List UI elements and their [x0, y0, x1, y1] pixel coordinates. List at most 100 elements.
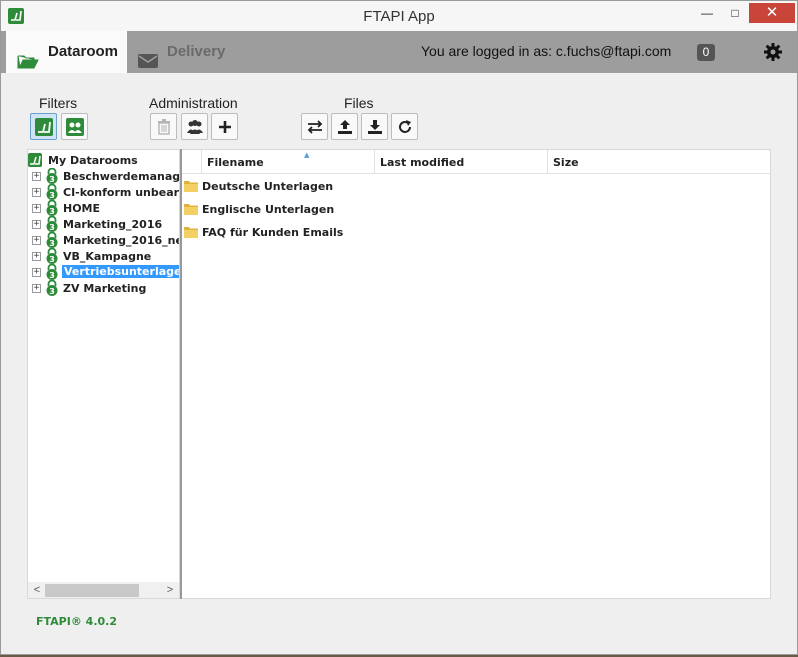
lock-icon: 3: [45, 247, 59, 264]
expand-icon[interactable]: +: [32, 252, 41, 261]
file-name: Englische Unterlagen: [202, 203, 335, 216]
tab-dataroom-label: Dataroom: [48, 43, 119, 60]
tree-item[interactable]: +3 ZV Marketing: [28, 279, 179, 296]
scroll-left-button[interactable]: <: [30, 583, 44, 598]
expand-icon[interactable]: +: [32, 220, 41, 229]
lock-badge-text: 3: [49, 223, 55, 232]
folder-icon: [184, 202, 198, 215]
tree-item[interactable]: +3 Marketing_2016: [28, 215, 179, 232]
column-header-size[interactable]: Size: [548, 150, 771, 174]
file-row[interactable]: Deutsche Unterlagen: [182, 175, 771, 197]
filters-label: Filters: [39, 95, 78, 111]
column-header-filename-label: Filename: [207, 156, 264, 169]
lock-icon: 3: [45, 183, 59, 200]
tree-item-label: Vertriebsunterlagen: [62, 265, 179, 278]
trash-icon: [158, 119, 170, 135]
app-window: FTAPI App — □ ✕ Dataroom Delivery You ar…: [0, 0, 798, 655]
download-button[interactable]: [361, 113, 388, 140]
expand-icon[interactable]: +: [32, 172, 41, 181]
expand-icon[interactable]: +: [32, 268, 41, 277]
refresh-icon: [399, 120, 411, 133]
delete-button[interactable]: [150, 113, 177, 140]
lock-icon: 3: [45, 199, 59, 216]
group-filter-icon: [66, 118, 84, 136]
lock-badge-text: 3: [49, 271, 55, 280]
tree-item-label: ZV Marketing: [63, 282, 147, 295]
lock-badge-text: 3: [49, 207, 55, 216]
lock-badge-text: 3: [49, 191, 55, 200]
lock-badge-text: 3: [49, 255, 55, 264]
tab-delivery[interactable]: Delivery: [131, 31, 241, 73]
scroll-right-button[interactable]: >: [163, 583, 177, 598]
lock-badge-text: 3: [49, 175, 55, 184]
title-bar[interactable]: FTAPI App — □ ✕: [1, 1, 797, 31]
file-list[interactable]: Filename ▲ Last modified Size Deutsche U…: [182, 149, 771, 599]
lock-icon: 3: [45, 167, 59, 184]
tree-item-label: Marketing_2016: [63, 218, 163, 231]
lock-icon: 3: [45, 215, 59, 232]
logged-in-text: You are logged in as: c.fuchs@ftapi.com: [421, 43, 672, 59]
tab-dataroom[interactable]: Dataroom: [6, 31, 127, 73]
users-icon: [187, 120, 203, 134]
administration-label: Administration: [149, 95, 238, 111]
tree-item-label: Beschwerdemanage: [63, 170, 180, 183]
plus-icon: [219, 121, 231, 133]
sort-ascending-icon: ▲: [304, 151, 310, 159]
tree-item-label: VB_Kampagne: [63, 250, 152, 263]
tree-item-label: CI-konform unbearb: [63, 186, 180, 199]
folder-icon: [184, 225, 198, 238]
envelope-icon: [137, 44, 159, 68]
window-title: FTAPI App: [363, 8, 435, 25]
expand-icon[interactable]: +: [32, 204, 41, 213]
lock-icon: 3: [45, 279, 59, 296]
maximize-button[interactable]: □: [721, 3, 749, 23]
lock-badge-text: 3: [49, 239, 55, 248]
tree-item[interactable]: +3 VB_Kampagne: [28, 247, 179, 264]
close-button[interactable]: ✕: [749, 3, 795, 23]
dataroom-tree[interactable]: My Datarooms +3 Beschwerdemanage +3 CI-konf…: [27, 149, 180, 599]
tab-delivery-label: Delivery: [167, 43, 226, 60]
notification-badge[interactable]: 0: [697, 44, 715, 61]
scroll-thumb[interactable]: [45, 584, 139, 597]
file-row[interactable]: Englische Unterlagen: [182, 198, 771, 220]
sync-button[interactable]: [301, 113, 328, 140]
refresh-button[interactable]: [391, 113, 418, 140]
version-label: FTAPI® 4.0.2: [36, 615, 117, 628]
tree-root-label: My Datarooms: [48, 154, 138, 167]
download-icon: [368, 120, 382, 134]
upload-icon: [338, 120, 352, 134]
column-header-filename[interactable]: Filename ▲: [202, 150, 375, 174]
gear-icon[interactable]: [763, 42, 783, 62]
file-name: Deutsche Unterlagen: [202, 180, 334, 193]
ftapi-filter-button[interactable]: [30, 113, 57, 140]
tree-item[interactable]: +3 Beschwerdemanage: [28, 167, 180, 184]
add-button[interactable]: [211, 113, 238, 140]
nav-bar: Dataroom Delivery You are logged in as: …: [1, 31, 797, 73]
tree-item[interactable]: +3 CI-konform unbearb: [28, 183, 180, 200]
lock-icon: 3: [45, 263, 59, 280]
minimize-button[interactable]: —: [693, 3, 721, 23]
tree-item-label: Marketing_2016_ne: [63, 234, 180, 247]
tree-horizontal-scrollbar[interactable]: < >: [28, 582, 179, 598]
tree-item[interactable]: +3 Marketing_2016_ne: [28, 231, 180, 248]
files-label: Files: [344, 95, 374, 111]
upload-button[interactable]: [331, 113, 358, 140]
lock-icon: 3: [45, 231, 59, 248]
file-row[interactable]: FAQ für Kunden Emails: [182, 221, 771, 243]
expand-icon[interactable]: +: [32, 284, 41, 293]
ftapi-filter-icon: [35, 118, 53, 136]
ftapi-logo-icon: [28, 153, 42, 167]
folder-icon: [184, 179, 198, 192]
lock-badge-text: 3: [49, 287, 55, 296]
manage-users-button[interactable]: [181, 113, 208, 140]
group-filter-button[interactable]: [61, 113, 88, 140]
tree-item[interactable]: +3 HOME: [28, 199, 179, 216]
file-name: FAQ für Kunden Emails: [202, 226, 344, 239]
expand-icon[interactable]: +: [32, 236, 41, 245]
column-header-blank: [182, 150, 202, 174]
tree-item[interactable]: +3 Vertriebsunterlagen: [28, 263, 179, 280]
column-header-last-modified[interactable]: Last modified: [375, 150, 548, 174]
tree-item-label: HOME: [63, 202, 101, 215]
sync-icon: [307, 120, 323, 134]
expand-icon[interactable]: +: [32, 188, 41, 197]
